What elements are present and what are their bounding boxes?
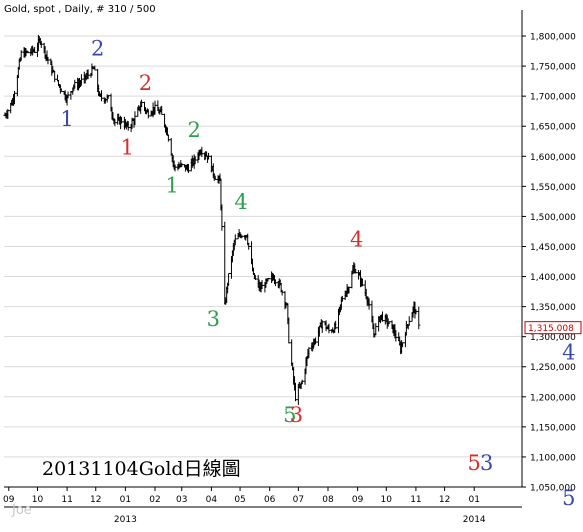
x-tick-label: 07 (293, 495, 304, 505)
y-tick-label: 1,800,000 (530, 33, 576, 43)
x-tick-label: 12 (439, 495, 450, 505)
wave-label: 5 (468, 451, 481, 475)
price-bar (223, 221, 227, 305)
wave-label: 2 (188, 118, 201, 142)
y-tick-label: 1,250,000 (530, 363, 576, 373)
chart-title: Gold, spot , Daily, # 310 / 500 (4, 4, 156, 15)
x-tick-label: 09 (352, 495, 364, 505)
price-bar (417, 306, 421, 330)
price-bar (169, 138, 173, 156)
x-tick-label: 10 (381, 495, 393, 505)
x-tick-label: 08 (322, 495, 334, 505)
y-tick-label: 1,600,000 (530, 153, 576, 163)
last-price-label: 1,315.008 (528, 324, 574, 334)
wave-label: 4 (562, 341, 575, 365)
price-bar (66, 91, 70, 99)
y-tick-label: 1,650,000 (530, 123, 576, 133)
price-bar (19, 50, 23, 61)
wave-label: 2 (139, 71, 152, 95)
year-label: 2013 (114, 515, 137, 525)
wave-label: 5 (562, 486, 575, 510)
wave-label: 3 (207, 307, 220, 331)
x-tick-label: 02 (149, 495, 160, 505)
x-tick-label: 04 (206, 495, 218, 505)
wave-label: 1 (166, 173, 179, 197)
price-bar (166, 134, 170, 142)
wave-label: 1 (121, 135, 134, 159)
price-bar (200, 146, 204, 158)
x-tick-label: 10 (32, 495, 44, 505)
wave-label: 4 (350, 227, 363, 251)
chart-caption: 20131104Gold日線圖 (42, 458, 241, 480)
y-tick-label: 1,700,000 (530, 93, 576, 103)
gold-chart: 1,050,000 1,100,000 1,150,000 1,200,000 1,25… (0, 0, 583, 528)
x-tick-label: 03 (176, 495, 187, 505)
grid-layer (4, 35, 522, 488)
wave-label: 4 (234, 190, 247, 214)
axes: 1,050,0001,100,0001,150,0001,200,0001,25… (3, 10, 582, 525)
price-bar (407, 316, 411, 326)
y-tick-label: 1,350,000 (530, 303, 576, 313)
price-bars (3, 34, 421, 405)
price-bar (53, 71, 57, 83)
y-tick-label: 1,150,000 (530, 423, 576, 433)
x-tick-label: 01 (468, 495, 479, 505)
wave-label: 2 (91, 36, 104, 60)
x-tick-label: 11 (61, 495, 72, 505)
x-tick-label: 05 (234, 495, 245, 505)
wave-label: 3 (290, 403, 303, 427)
price-bar (290, 339, 294, 366)
wave-label: 3 (480, 451, 493, 475)
x-tick-label: 11 (410, 495, 421, 505)
price-bar (133, 111, 137, 126)
y-tick-label: 1,200,000 (530, 393, 576, 403)
chart-svg: 1,050,0001,100,0001,150,0001,200,0001,25… (3, 4, 582, 525)
price-bar (227, 272, 231, 287)
y-tick-label: 1,500,000 (530, 213, 576, 223)
y-tick-label: 1,400,000 (530, 273, 576, 283)
y-tick-label: 1,450,000 (530, 243, 576, 253)
y-tick-label: 1,550,000 (530, 183, 576, 193)
y-tick-label: 1,100,000 (530, 453, 576, 463)
price-bar (374, 323, 378, 336)
x-tick-label: 01 (120, 495, 131, 505)
watermark: Joe (11, 503, 32, 518)
x-tick-label: 06 (264, 495, 276, 505)
price-bar (15, 74, 19, 97)
year-label: 2014 (463, 515, 486, 525)
y-tick-label: 1,750,000 (530, 63, 576, 73)
x-tick-label: 12 (90, 495, 101, 505)
wave-label: 1 (60, 107, 73, 131)
